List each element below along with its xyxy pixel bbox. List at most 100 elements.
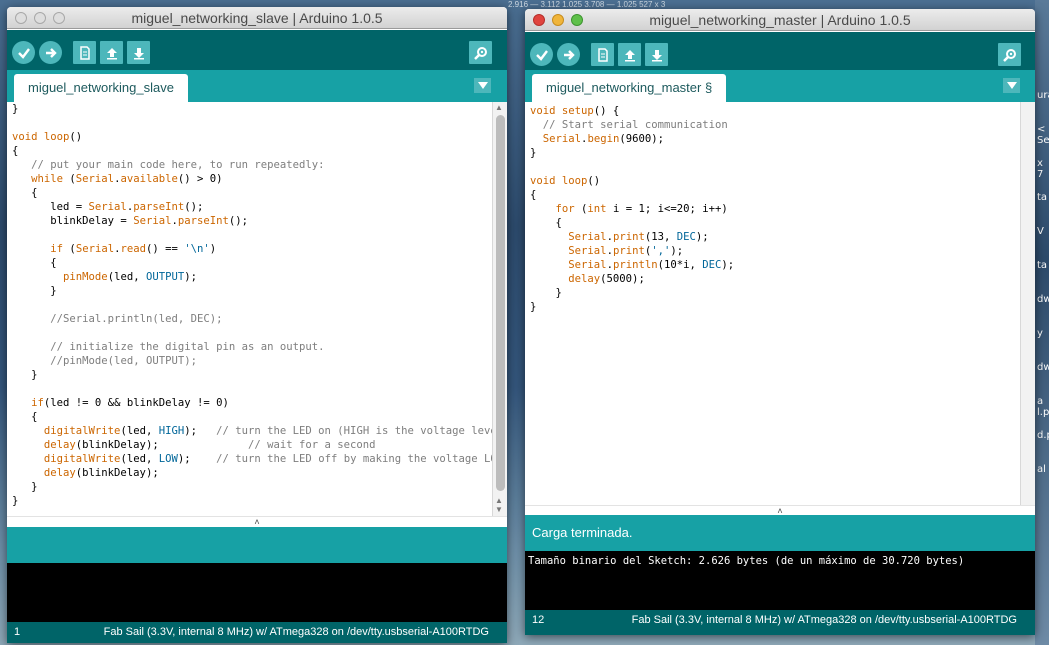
editor-scrollbar[interactable]: ▲ ▲ ▼ — [492, 102, 507, 516]
code-token: // turn the LED off by making the voltag… — [216, 453, 504, 465]
code-token: delay — [43, 467, 76, 479]
serial-monitor-icon — [473, 46, 487, 60]
code-token: ); — [695, 231, 709, 243]
close-button[interactable] — [15, 12, 27, 24]
verify-icon — [535, 49, 548, 61]
slave-tabbar: miguel_networking_slave — [7, 70, 507, 102]
code-token: (blinkDelay); — [75, 467, 159, 479]
code-token: } — [12, 481, 38, 493]
code-token: (blinkDelay); — [75, 439, 248, 451]
code-token: loop — [561, 175, 588, 187]
save-icon — [651, 49, 662, 61]
upload-button[interactable] — [39, 41, 62, 64]
master-titlebar[interactable]: miguel_networking_master | Arduino 1.0.5 — [525, 9, 1035, 31]
code-token: available — [120, 173, 178, 185]
code-token: read — [120, 243, 146, 255]
code-line: } — [530, 286, 734, 300]
save-button[interactable] — [127, 41, 150, 64]
code-token: ) — [209, 243, 217, 255]
code-line: // put your main code here, to run repea… — [12, 158, 507, 172]
code-line: } — [530, 300, 734, 314]
zoom-button[interactable] — [571, 14, 583, 26]
code-token: (led, — [120, 425, 159, 437]
code-token: pinMode — [63, 271, 108, 283]
close-button[interactable] — [533, 14, 545, 26]
verify-button[interactable] — [530, 43, 553, 66]
code-line: digitalWrite(led, HIGH); // turn the LED… — [12, 424, 507, 438]
serial-monitor-button[interactable] — [469, 41, 492, 64]
code-token: Serial — [568, 231, 607, 243]
code-token: int — [587, 203, 607, 215]
code-token: delay — [43, 439, 76, 451]
save-button[interactable] — [645, 43, 668, 66]
code-editor[interactable]: void setup() { // Start serial communica… — [525, 102, 1035, 505]
code-token: () — [69, 131, 83, 143]
code-token: DEC — [676, 231, 696, 243]
board-info: Fab Sail (3.3V, internal 8 MHz) w/ ATmeg… — [103, 626, 489, 638]
desktop-label: d.p — [1037, 430, 1049, 441]
code-token: if — [50, 243, 64, 255]
message-area: Carga terminada. — [525, 515, 1035, 551]
desktop-label: ta — [1037, 260, 1048, 271]
code-line: } — [12, 102, 507, 116]
desktop-label: ura — [1037, 90, 1049, 101]
code-token: ); — [721, 259, 735, 271]
master-tabbar: miguel_networking_master § — [525, 70, 1035, 102]
desktop-label: al — [1037, 464, 1046, 475]
code-token: (5000); — [600, 273, 645, 285]
new-icon — [79, 45, 90, 60]
serial-monitor-button[interactable] — [998, 43, 1021, 66]
code-token: } — [12, 285, 57, 297]
save-icon — [133, 47, 144, 59]
sketch-tab[interactable]: miguel_networking_master § — [532, 74, 727, 102]
code-line: void loop() — [530, 174, 734, 188]
code-token: ); — [670, 245, 684, 257]
editor-scrollbar[interactable] — [1020, 102, 1035, 505]
code-line: //Serial.println(led, DEC); — [12, 312, 507, 326]
tab-menu-button[interactable] — [474, 78, 491, 93]
desktop-label: dw — [1037, 294, 1049, 305]
code-editor[interactable]: } void loop(){ // put your main code here… — [7, 102, 507, 516]
desktop-label: ta — [1037, 192, 1048, 203]
new-button[interactable] — [73, 41, 96, 64]
zoom-button[interactable] — [53, 12, 65, 24]
code-token: ( — [574, 203, 588, 215]
desktop-label: a l.p — [1037, 396, 1049, 418]
code-line: // Start serial communication — [530, 118, 734, 132]
minimize-button[interactable] — [34, 12, 46, 24]
desktop-edge: ura < Se x 7 ta Vta dw y dw a l.p d.p al — [1035, 0, 1049, 645]
sketch-tab[interactable]: miguel_networking_slave — [14, 74, 188, 102]
pane-divider[interactable]: ˄ — [7, 516, 507, 527]
scrollbar-thumb[interactable] — [496, 115, 505, 491]
line-number: 12 — [532, 614, 545, 626]
verify-button[interactable] — [12, 41, 35, 64]
open-button[interactable] — [618, 43, 641, 66]
window-title: miguel_networking_slave | Arduino 1.0.5 — [131, 10, 383, 26]
code-token: Serial — [133, 215, 172, 227]
code-token: i = 1; i<=20; i++) — [606, 203, 728, 215]
pane-divider[interactable]: ˄ — [525, 505, 1035, 516]
slave-titlebar[interactable]: miguel_networking_slave | Arduino 1.0.5 — [7, 7, 507, 29]
code-line: if (Serial.read() == '\n') — [12, 242, 507, 256]
open-button[interactable] — [100, 41, 123, 64]
code-line: Serial.print(13, DEC); — [530, 230, 734, 244]
minimize-button[interactable] — [552, 14, 564, 26]
verify-icon — [17, 47, 30, 59]
code-token: HIGH — [158, 425, 185, 437]
upload-button[interactable] — [557, 43, 580, 66]
tab-menu-button[interactable] — [1003, 78, 1020, 93]
code-token: () > 0) — [177, 173, 223, 185]
code-token: Serial — [568, 259, 607, 271]
code-token: digitalWrite — [43, 453, 121, 465]
code-token: Serial — [568, 245, 607, 257]
code-token: void — [530, 175, 556, 187]
new-button[interactable] — [591, 43, 614, 66]
code-token: void — [12, 131, 38, 143]
code-line: for (int i = 1; i<=20; i++) — [530, 202, 734, 216]
code-token: // wait for a second — [248, 439, 376, 451]
